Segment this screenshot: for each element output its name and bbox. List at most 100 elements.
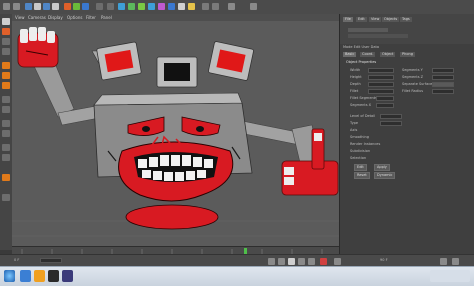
grid-icon[interactable]	[2, 194, 10, 201]
make-editable-icon[interactable]	[2, 18, 10, 25]
snap-icon[interactable]	[212, 3, 219, 10]
layout-icon[interactable]	[202, 3, 209, 10]
render-view-icon[interactable]	[96, 3, 103, 10]
viewport-menu-options[interactable]: Options	[67, 15, 82, 20]
cube-icon[interactable]	[118, 3, 125, 10]
dynamic-button[interactable]: Dynamic	[374, 172, 396, 179]
fillet-radius-field[interactable]	[432, 89, 454, 94]
go-to-start-icon[interactable]	[268, 258, 275, 265]
paint-icon[interactable]	[2, 154, 10, 161]
taskbar-app-icon[interactable]	[62, 270, 73, 282]
segments-y-field[interactable]	[432, 68, 454, 73]
nurbs-icon[interactable]	[128, 3, 135, 10]
solo-icon[interactable]	[2, 174, 10, 181]
settings-icon[interactable]	[440, 258, 447, 265]
fillet-segments-field[interactable]	[376, 96, 394, 101]
taskbar-app-icon[interactable]	[34, 270, 45, 282]
tab-view[interactable]: View	[369, 17, 382, 22]
go-to-end-icon[interactable]	[308, 258, 315, 265]
taskbar-app-icon[interactable]	[20, 270, 31, 282]
rotate-icon[interactable]	[43, 3, 50, 10]
render-icon[interactable]	[107, 3, 114, 10]
step-back-icon[interactable]	[278, 258, 285, 265]
left-arm	[17, 27, 105, 126]
right-arm	[239, 120, 339, 196]
robot-model[interactable]	[12, 21, 339, 246]
x-axis-icon[interactable]	[64, 3, 71, 10]
robot-base	[125, 204, 219, 230]
array-icon[interactable]	[138, 3, 145, 10]
system-tray[interactable]	[430, 270, 470, 282]
viewport-menu-panel[interactable]: Panel	[101, 15, 112, 20]
height-field[interactable]	[368, 75, 394, 80]
scale-icon[interactable]	[34, 3, 41, 10]
workplane-mode-icon[interactable]	[2, 48, 10, 55]
camera-icon[interactable]	[178, 3, 185, 10]
viewport-menu-display[interactable]: Display	[48, 15, 63, 20]
layout-switch-icon[interactable]	[452, 258, 459, 265]
tab-edit[interactable]: Edit	[356, 17, 367, 22]
polygon-mode-icon[interactable]	[2, 82, 10, 89]
attribute-manager: Mode Edit User Data Basic Coord. Object …	[339, 44, 474, 254]
viewport-menu-cameras[interactable]: Cameras	[28, 15, 46, 20]
taskbar-app-icon[interactable]	[48, 270, 59, 282]
redo-icon[interactable]	[13, 3, 20, 10]
depth-field[interactable]	[368, 82, 394, 87]
undo-icon[interactable]	[3, 3, 10, 10]
workplane-icon[interactable]	[228, 3, 235, 10]
select-icon[interactable]	[52, 3, 59, 10]
sculpt-icon[interactable]	[2, 144, 10, 151]
field-label: Fillet Segments	[350, 96, 377, 100]
step-forward-icon[interactable]	[298, 258, 305, 265]
viewport-menu-view[interactable]: View	[15, 15, 25, 20]
width-field[interactable]	[368, 68, 394, 73]
extra-label: Level of Detail	[350, 114, 376, 118]
tab-file[interactable]: File	[343, 17, 353, 22]
viewport-menu-filter[interactable]: Filter	[86, 15, 96, 20]
lod-field[interactable]	[380, 114, 402, 119]
object-row[interactable]	[348, 34, 408, 38]
play-icon[interactable]	[288, 258, 295, 265]
reset-button[interactable]: Reset	[354, 172, 370, 179]
edge-mode-icon[interactable]	[2, 72, 10, 79]
y-axis-icon[interactable]	[73, 3, 80, 10]
tab-objects[interactable]: Objects	[382, 17, 400, 22]
axis-mode-icon[interactable]	[2, 96, 10, 103]
tab-basic[interactable]: Basic	[343, 52, 357, 57]
move-icon[interactable]	[25, 3, 32, 10]
spline-icon[interactable]	[148, 3, 155, 10]
tweak-mode-icon[interactable]	[2, 106, 10, 113]
point-mode-icon[interactable]	[2, 62, 10, 69]
separate-surfaces-toggle[interactable]	[432, 82, 454, 87]
object-row[interactable]	[348, 28, 388, 32]
tab-tags[interactable]: Tags	[400, 17, 412, 22]
field-label: Height	[350, 75, 362, 79]
frame-start-label: 0 F	[14, 258, 20, 262]
3d-viewport[interactable]: View Cameras Display Options Filter Pane…	[12, 14, 339, 246]
record-icon[interactable]	[320, 258, 327, 265]
keyframe-icon[interactable]	[334, 258, 341, 265]
edit-button[interactable]: Edit	[354, 164, 367, 171]
snap-toggle-icon[interactable]	[2, 120, 10, 127]
tab-coord[interactable]: Coord.	[360, 52, 376, 57]
tab-phong[interactable]: Phong	[400, 52, 415, 57]
scene-icon[interactable]	[168, 3, 175, 10]
extra-label: Smoothing	[350, 135, 369, 139]
frame-start-field[interactable]	[40, 258, 62, 263]
attributes-header: Mode Edit User Data	[343, 45, 379, 49]
deformer-icon[interactable]	[158, 3, 165, 10]
fillet-field[interactable]	[368, 89, 394, 94]
light-icon[interactable]	[188, 3, 195, 10]
apply-button[interactable]: Apply	[374, 164, 390, 171]
options-icon[interactable]	[250, 3, 257, 10]
model-mode-icon[interactable]	[2, 28, 10, 35]
texture-mode-icon[interactable]	[2, 38, 10, 45]
segments-z-field[interactable]	[432, 75, 454, 80]
type-field[interactable]	[380, 121, 402, 126]
lock-icon[interactable]	[2, 130, 10, 137]
segments-x-field[interactable]	[376, 103, 394, 108]
z-axis-icon[interactable]	[82, 3, 89, 10]
field-label: Separate Surfaces	[402, 82, 435, 86]
start-icon[interactable]	[4, 270, 15, 282]
tab-object[interactable]: Object	[380, 52, 396, 57]
